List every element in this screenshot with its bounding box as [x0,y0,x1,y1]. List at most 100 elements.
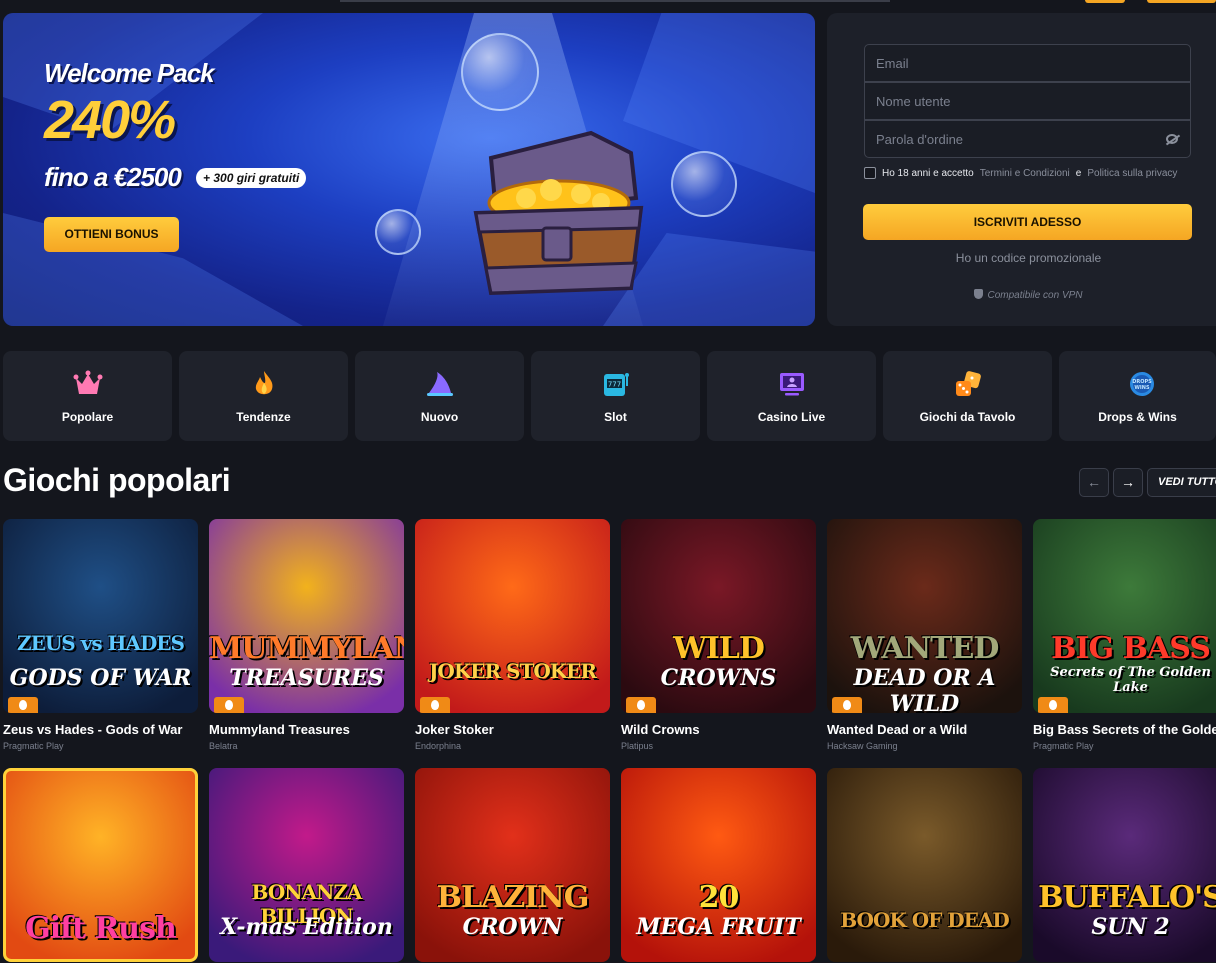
game-thumbnail[interactable]: 20 MEGA FRUIT [621,768,816,962]
game-thumbnail[interactable]: MUMMYLANDTREASURES [209,519,404,713]
promo-code-link[interactable]: Ho un codice promozionale [827,251,1216,265]
game-logo-subtext: MEGA FRUIT [636,914,801,940]
registration-form: Email Nome utente Parola d'ordine Ho 18 … [827,13,1216,326]
game-logo-text: BUFFALO'S [1038,880,1216,915]
game-card[interactable]: BOOK OF DEAD [827,768,1022,962]
hot-flame-icon [420,697,450,713]
game-card[interactable]: BUFFALO'S SUN 2 [1033,768,1216,962]
game-logo-subtext: CROWN [462,914,563,940]
drops-wins-icon: DROPSWINS [1130,372,1154,396]
game-title[interactable]: Zeus vs Hades - Gods of War [3,722,182,737]
svg-text:777: 777 [608,381,621,389]
game-thumbnail[interactable]: BOOK OF DEAD [827,768,1022,962]
login-button[interactable] [1085,0,1125,3]
game-thumbnail[interactable]: ZEUS vs HADES GODS OF WAR [3,519,198,713]
category-label: Slot [604,410,627,424]
see-all-button[interactable]: VEDI TUTTO [1147,468,1216,497]
category-label: Drops & Wins [1098,410,1177,424]
hot-flame-icon [8,697,38,713]
game-thumbnail[interactable]: BLAZING CROWN [415,768,610,962]
game-logo-text: 20 [698,880,740,915]
bubble [671,151,737,217]
game-provider: Pragmatic Play [3,741,64,751]
game-title[interactable]: Mummyland Treasures [209,722,350,737]
bubble [375,209,421,255]
game-thumbnail[interactable]: JOKER STOKER [415,519,610,713]
category-popolare[interactable]: Popolare [3,351,172,441]
category-tendenze[interactable]: Tendenze [179,351,348,441]
game-provider: Belatra [209,741,238,751]
game-title[interactable]: Wild Crowns [621,722,700,737]
bonus-title: Welcome Pack [44,58,215,88]
game-card[interactable]: WANTED DEAD OR A WILD Wanted Dead or a Wil… [827,519,1022,759]
game-logo-subtext: Secrets of The Golden Lake [1050,665,1211,695]
hot-flame-icon [1038,697,1068,713]
terms-link[interactable]: Termini e Condizioni [980,168,1070,179]
category-casino-live[interactable]: Casino Live [707,351,876,441]
vpn-text: Compatibile con VPN [987,290,1083,301]
game-thumbnail[interactable]: BONANZA BILLION X-mas Edition [209,768,404,962]
hot-flame-icon [626,697,656,713]
carousel-prev-button[interactable]: ← [1079,468,1109,497]
game-card[interactable]: JOKER STOKER Joker Stoker Endorphina [415,519,610,759]
shield-icon [974,289,984,299]
category-nuovo[interactable]: Nuovo [355,351,524,441]
game-provider: Pragmatic Play [1033,741,1094,751]
game-thumbnail[interactable]: BUFFALO'S SUN 2 [1033,768,1216,962]
hot-flame-icon [832,697,862,713]
game-thumbnail[interactable]: WILD CROWNS [621,519,816,713]
game-logo-text: WANTED [850,631,1000,666]
consent-and: e [1075,167,1082,179]
game-card[interactable]: BIG BASS Secrets of The Golden Lake Big Ba… [1033,519,1216,759]
game-card[interactable]: WILD CROWNS Wild Crowns Platipus [621,519,816,759]
game-title[interactable]: Wanted Dead or a Wild [827,722,967,737]
age-terms-consent: Ho 18 anni e accetto Termini e Condizion… [864,167,1177,179]
category-drops-wins[interactable]: DROPS WINS Drops & Wins [1059,351,1216,441]
dice-icon [956,371,981,396]
game-logo-text: BOOK OF DEAD [840,908,1010,932]
signup-button[interactable]: ISCRIVITI ADESSO [863,204,1192,240]
username-field[interactable]: Nome utente [864,82,1191,120]
game-card[interactable]: 20 MEGA FRUIT [621,768,816,962]
category-label: Tendenze [236,410,291,424]
password-field[interactable]: Parola d'ordine [864,120,1191,158]
game-title[interactable]: Joker Stoker [415,722,494,737]
game-card[interactable]: ZEUS vs HADES GODS OF WAR Zeus vs Hades - … [3,519,198,759]
live-screen-icon [780,373,804,396]
game-card[interactable]: BONANZA BILLION X-mas Edition [209,768,404,962]
svg-text:WINS: WINS [1134,385,1150,391]
game-logo-subtext: CROWNS [660,665,777,691]
category-label: Giochi da Tavolo [919,410,1016,424]
carousel-next-button[interactable]: → [1113,468,1143,497]
get-bonus-button[interactable]: OTTIENI BONUS [44,217,179,252]
password-placeholder: Parola d'ordine [876,132,964,147]
game-card[interactable]: Gift Rush [3,768,198,962]
welcome-banner[interactable]: Welcome Pack 240% fino a €2500 + 300 gir… [3,13,815,326]
game-logo-text: Gift Rush [25,911,177,946]
category-giochi-da-tavolo[interactable]: Giochi da Tavolo [883,351,1052,441]
game-card[interactable]: MUMMYLANDTREASURES Mummyland Treasures Bel… [209,519,404,759]
consent-text: Ho 18 anni e accetto [882,167,974,179]
category-label: Casino Live [757,410,826,424]
game-logo-text: JOKER STOKER [428,659,597,683]
game-provider: Endorphina [415,741,462,751]
game-card[interactable]: BLAZING CROWN [415,768,610,962]
game-thumbnail[interactable]: Gift Rush [3,768,198,962]
search-bar[interactable] [340,0,890,2]
register-button[interactable] [1147,0,1216,3]
category-bar: Popolare Tendenze Nuovo 777 Slot Casino … [3,351,1216,441]
game-logo-text: ZEUS vs HADES [17,631,185,655]
hide-password-icon[interactable] [1166,134,1178,144]
terms-checkbox[interactable] [864,167,876,179]
game-thumbnail[interactable]: WANTED DEAD OR A WILD [827,519,1022,713]
free-spins-badge: + 300 giri gratuiti [196,168,307,188]
shark-fin-icon [427,372,453,396]
email-field[interactable]: Email [864,44,1191,82]
game-title[interactable]: Big Bass Secrets of the Golden Lake [1033,722,1216,737]
game-thumbnail[interactable]: BIG BASS Secrets of The Golden Lake [1033,519,1216,713]
category-label: Popolare [61,410,114,424]
category-slot[interactable]: 777 Slot [531,351,700,441]
privacy-link[interactable]: Politica sulla privacy [1087,168,1177,179]
game-logo-text: WILD [673,631,765,666]
game-provider: Platipus [621,741,654,751]
